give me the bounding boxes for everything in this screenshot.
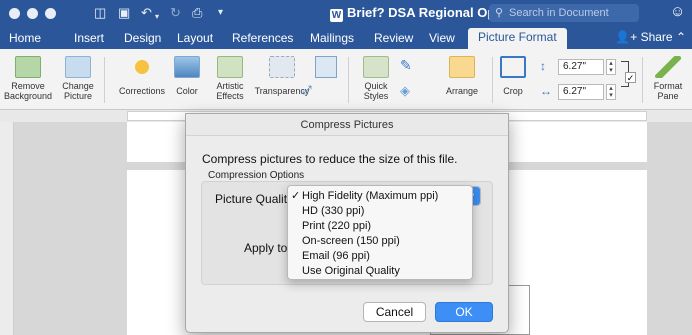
save-icon[interactable]: ▣ (118, 5, 130, 21)
artistic-effects-label-2: Effects (216, 91, 244, 101)
compression-options-label: Compression Options (208, 170, 305, 181)
corrections-button[interactable]: Corrections (114, 56, 170, 96)
width-field[interactable]: 6.27" (558, 84, 604, 100)
artistic-effects-icon (217, 56, 243, 78)
change-picture-label-1: Change (62, 81, 94, 91)
quick-styles-icon (363, 56, 389, 78)
format-pane-icon (655, 56, 681, 78)
tab-picture-format[interactable]: Picture Format (468, 28, 567, 49)
quality-option-hd[interactable]: HD (330 ppi) (288, 204, 472, 219)
artistic-effects-label-1: Artistic (216, 81, 244, 91)
picture-border-icon[interactable]: ✎ (400, 57, 412, 74)
close-window-button[interactable] (9, 8, 20, 19)
ribbon-separator (492, 57, 493, 103)
width-stepper[interactable]: ▴ ▾ (606, 84, 616, 100)
color-icon (174, 56, 200, 78)
tab-view[interactable]: View (429, 29, 455, 47)
ribbon-separator (348, 57, 349, 103)
remove-background-label-2: Background (3, 91, 53, 101)
ok-button[interactable]: OK (435, 302, 493, 322)
quality-option-label: High Fidelity (Maximum ppi) (302, 190, 439, 202)
tab-insert[interactable]: Insert (74, 29, 104, 47)
tab-design[interactable]: Design (124, 29, 161, 47)
width-icon: ↔ (540, 84, 552, 98)
quality-option-print[interactable]: Print (220 ppi) (288, 219, 472, 234)
print-icon[interactable]: ⎙ (192, 5, 202, 21)
redo-icon[interactable]: ↻ (170, 5, 181, 21)
minimize-window-button[interactable] (27, 8, 38, 19)
ribbon-tabs: Home Insert Design Layout References Mai… (0, 26, 692, 49)
ribbon-separator (642, 57, 643, 103)
tab-layout[interactable]: Layout (177, 29, 213, 47)
checkmark-icon: ✓ (291, 190, 301, 202)
format-pane-button[interactable]: Format Pane (648, 56, 688, 101)
feedback-smiley-icon[interactable]: ☺ (670, 3, 685, 20)
share-button[interactable]: 👤+ Share ⌃ (615, 30, 686, 44)
height-stepper[interactable]: ▴ ▾ (606, 59, 616, 75)
transparency-icon (269, 56, 295, 78)
color-label: Color (176, 86, 198, 96)
corrections-icon (129, 56, 155, 78)
ribbon-separator (104, 57, 105, 103)
artistic-effects-button[interactable]: Artistic Effects (208, 56, 252, 101)
format-pane-label-2: Pane (657, 91, 679, 101)
arrange-icon (449, 56, 475, 78)
quality-option-high-fidelity[interactable]: ✓ High Fidelity (Maximum ppi) (288, 189, 472, 204)
crop-button[interactable]: Crop (498, 56, 528, 96)
tab-review[interactable]: Review (374, 29, 413, 47)
search-placeholder: Search in Document (509, 7, 609, 19)
remove-background-label-1: Remove (11, 81, 45, 91)
change-picture-button[interactable]: Change Picture (56, 56, 100, 101)
word-doc-icon: W (330, 9, 343, 22)
arrange-button[interactable]: Arrange (442, 56, 482, 96)
tab-mailings[interactable]: Mailings (310, 29, 354, 47)
tab-references[interactable]: References (232, 29, 293, 47)
change-picture-icon (65, 56, 91, 78)
quality-option-on-screen[interactable]: On-screen (150 ppi) (288, 234, 472, 249)
picture-quality-menu: ✓ High Fidelity (Maximum ppi) HD (330 ppi… (287, 185, 473, 280)
quality-option-original[interactable]: Use Original Quality (288, 264, 472, 279)
arrange-label: Arrange (445, 86, 479, 96)
picture-border-frame-icon[interactable] (315, 56, 337, 78)
remove-background-icon (15, 56, 41, 78)
cancel-button[interactable]: Cancel (363, 302, 426, 322)
share-icon: 👤+ (615, 30, 641, 44)
tab-home[interactable]: Home (9, 29, 41, 47)
picture-effects-icon[interactable]: ◈ (400, 83, 410, 99)
apply-to-label: Apply to (244, 241, 288, 255)
undo-dropdown-icon[interactable]: ▾ (155, 9, 159, 25)
sidebar-icon[interactable]: ◫ (94, 5, 106, 21)
height-icon: ↕ (540, 59, 546, 73)
dialog-title: Compress Pictures (186, 114, 508, 136)
zoom-window-button[interactable] (45, 8, 56, 19)
quick-styles-label-1: Quick (364, 81, 388, 91)
undo-icon[interactable]: ↶ (141, 5, 152, 21)
quality-option-email[interactable]: Email (96 ppi) (288, 249, 472, 264)
lock-aspect-checkbox[interactable]: ✓ (625, 72, 636, 83)
search-icon: ⚲ (495, 7, 504, 19)
share-label: Share (640, 30, 673, 44)
search-input[interactable]: ⚲ Search in Document (489, 4, 639, 22)
crop-label: Crop (503, 86, 523, 96)
remove-background-button[interactable]: Remove Background (2, 56, 54, 101)
ribbon-toolbar: Remove Background Change Picture Correct… (0, 49, 692, 110)
quick-styles-button[interactable]: Quick Styles (358, 56, 394, 101)
vertical-ruler (0, 122, 14, 335)
picture-quality-label: Picture Quality (215, 192, 294, 206)
crop-icon (500, 56, 526, 78)
color-button[interactable]: Color (172, 56, 202, 96)
change-picture-label-2: Picture (63, 91, 92, 101)
title-bar: ◫ ▣ ↶ ▾ ↻ ⎙ ▾ W Brief? DSA Regional Open … (0, 0, 692, 26)
customize-toolbar-icon[interactable]: ▾ (218, 5, 223, 21)
quick-styles-label-2: Styles (363, 91, 389, 101)
compress-pictures-icon[interactable]: ⤢ (302, 83, 312, 98)
height-field[interactable]: 6.27" (558, 59, 604, 75)
corrections-label: Corrections (118, 86, 165, 96)
dialog-description: Compress pictures to reduce the size of … (202, 152, 458, 166)
format-pane-label-1: Format (653, 81, 683, 91)
